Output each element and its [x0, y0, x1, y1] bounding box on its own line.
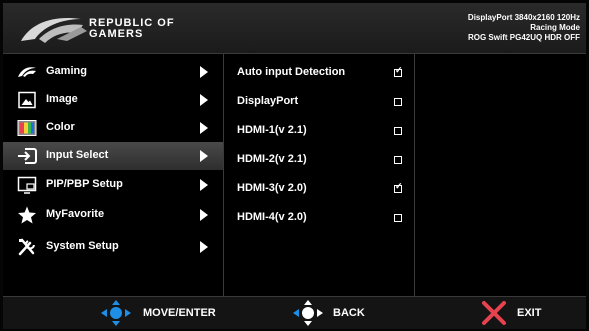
menu-item-color[interactable]: Color [3, 114, 223, 142]
menu-item-label: MyFavorite [46, 208, 105, 220]
back-label: BACK [333, 307, 365, 319]
checkbox[interactable] [394, 156, 402, 164]
status-mode: Racing Mode [530, 23, 580, 32]
option-hdmi-3[interactable]: HDMI-3(v 2.0) ✓ [225, 174, 413, 202]
check-icon: ✓ [395, 181, 403, 191]
chevron-right-icon [200, 179, 208, 191]
option-label: HDMI-3(v 2.0) [237, 182, 307, 194]
chevron-right-icon [200, 122, 208, 134]
pip-icon [17, 176, 37, 194]
input-icon [18, 148, 37, 164]
chevron-right-icon [200, 241, 208, 253]
status-signal: DisplayPort 3840x2160 120Hz [467, 13, 580, 22]
brand-text: REPUBLIC OF GAMERS [89, 18, 175, 40]
checkbox[interactable] [394, 127, 402, 135]
exit-label: EXIT [517, 307, 542, 319]
joystick-back-icon [293, 300, 323, 326]
option-label: DisplayPort [237, 95, 299, 107]
chevron-right-icon [200, 150, 208, 162]
joystick-move-icon [101, 300, 131, 326]
column-divider [414, 53, 415, 296]
chevron-right-icon [200, 66, 208, 78]
move-enter-label: MOVE/ENTER [143, 307, 216, 319]
menu-item-system-setup[interactable]: System Setup [3, 233, 223, 261]
osd-menu: REPUBLIC OF GAMERS DisplayPort 3840x2160… [3, 3, 586, 329]
option-displayport[interactable]: DisplayPort [225, 87, 413, 115]
tools-icon [18, 238, 35, 256]
footer-hints: MOVE/ENTER BACK EXIT [3, 296, 586, 329]
check-icon: ✓ [395, 65, 403, 75]
exit-x-icon [482, 301, 506, 325]
checkbox-checked[interactable]: ✓ [394, 181, 403, 193]
menu-item-label: Input Select [46, 149, 109, 161]
option-label: Auto input Detection [237, 66, 346, 78]
option-label: HDMI-1(v 2.1) [237, 124, 307, 136]
option-hdmi-1[interactable]: HDMI-1(v 2.1) [225, 116, 413, 144]
status-model: ROG Swift PG42UQ HDR OFF [467, 33, 580, 42]
option-hdmi-4[interactable]: HDMI-4(v 2.0) [225, 203, 413, 231]
menu-item-pip-pbp-setup[interactable]: PIP/PBP Setup [3, 171, 223, 199]
status-info: DisplayPort 3840x2160 120Hz Racing Mode … [468, 13, 580, 43]
column-divider [223, 53, 224, 296]
menu-item-gaming[interactable]: Gaming [3, 58, 223, 86]
menu-item-label: Gaming [46, 65, 87, 77]
menu-item-image[interactable]: Image [3, 86, 223, 114]
color-icon [17, 120, 37, 136]
exit-hint[interactable]: EXIT [481, 297, 561, 329]
star-icon [18, 206, 36, 224]
option-label: HDMI-4(v 2.0) [237, 211, 307, 223]
option-auto-input-detection[interactable]: Auto input Detection ✓ [225, 58, 413, 86]
chevron-right-icon [200, 209, 208, 221]
menu-item-label: PIP/PBP Setup [46, 178, 123, 190]
brand-line-2: GAMERS [89, 28, 144, 40]
menu-item-input-select[interactable]: Input Select [3, 142, 223, 170]
rog-eye-icon [18, 67, 36, 77]
checkbox-checked[interactable]: ✓ [394, 65, 403, 77]
back-hint[interactable]: BACK [291, 297, 381, 329]
chevron-right-icon [200, 94, 208, 106]
menu-item-label: Image [46, 93, 78, 105]
option-hdmi-2[interactable]: HDMI-2(v 2.1) [225, 145, 413, 173]
image-icon [18, 91, 36, 109]
header: REPUBLIC OF GAMERS DisplayPort 3840x2160… [3, 3, 586, 54]
move-enter-hint[interactable]: MOVE/ENTER [99, 297, 229, 329]
checkbox[interactable] [394, 214, 402, 222]
checkbox[interactable] [394, 98, 402, 106]
menu-item-label: Color [46, 121, 75, 133]
menu-item-myfavorite[interactable]: MyFavorite [3, 201, 223, 229]
option-label: HDMI-2(v 2.1) [237, 153, 307, 165]
menu-item-label: System Setup [46, 240, 119, 252]
